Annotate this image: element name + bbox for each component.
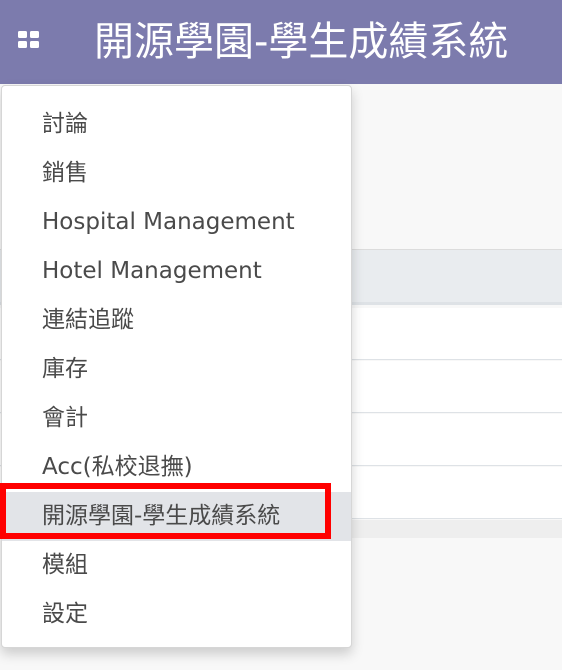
menu-item-discuss[interactable]: 討論	[2, 100, 351, 149]
menu-item-accounting[interactable]: 會計	[2, 394, 351, 443]
app-title: 開源學園-學生成績系統	[94, 19, 509, 65]
menu-item-hospital-management[interactable]: Hospital Management	[2, 198, 351, 247]
menu-item-acc-pension[interactable]: Acc(私校退撫)	[2, 443, 351, 492]
menu-item-modules[interactable]: 模組	[2, 541, 351, 590]
menu-item-settings[interactable]: 設定	[2, 590, 351, 639]
menu-item-sales[interactable]: 銷售	[2, 149, 351, 198]
menu-item-hotel-management[interactable]: Hotel Management	[2, 247, 351, 296]
top-navbar: 開源學園-學生成績系統	[0, 0, 562, 84]
menu-item-inventory[interactable]: 庫存	[2, 345, 351, 394]
menu-item-student-grades[interactable]: 開源學園-學生成績系統	[2, 492, 351, 541]
menu-item-link-tracking[interactable]: 連結追蹤	[2, 296, 351, 345]
apps-dropdown-menu: 討論 銷售 Hospital Management Hotel Manageme…	[1, 85, 352, 648]
apps-menu-button[interactable]	[18, 31, 42, 51]
